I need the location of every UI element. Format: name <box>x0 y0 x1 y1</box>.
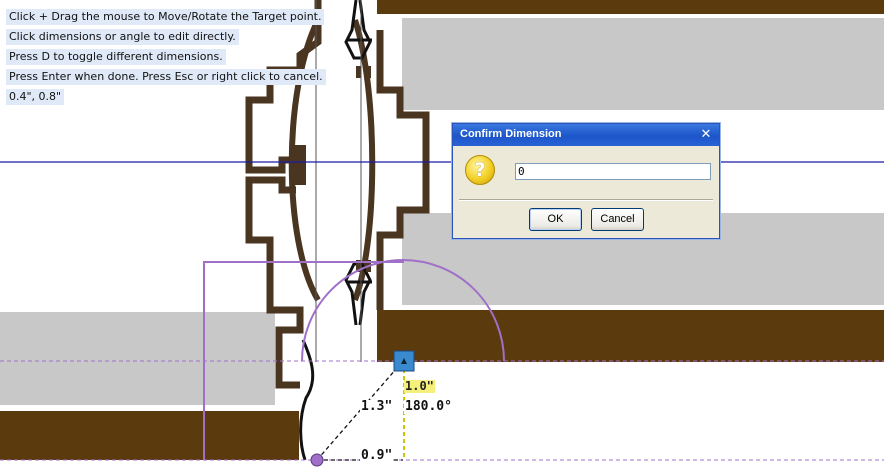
dimension-diagonal-label[interactable]: 1.3" <box>360 400 394 414</box>
gray-panel-top-right <box>402 18 884 110</box>
dimension-horizontal-label[interactable]: 0.9" <box>360 449 394 463</box>
dimension-input[interactable]: 0 <box>515 163 711 180</box>
origin-point[interactable] <box>310 453 324 467</box>
dialog-title: Confirm Dimension <box>460 128 562 140</box>
wood-board-left <box>0 411 299 460</box>
dimension-angle-label[interactable]: 180.0° <box>404 400 453 414</box>
wood-board-top <box>377 0 884 14</box>
dialog-separator <box>459 199 713 201</box>
dialog-title-bar[interactable]: Confirm Dimension ✕ <box>453 124 719 146</box>
dimension-vertical-label[interactable]: 1.0" <box>404 380 435 393</box>
cancel-button[interactable]: Cancel <box>591 208 644 231</box>
gray-panel-left <box>0 312 275 405</box>
hint-line-4: Press Enter when done. Press Esc or righ… <box>6 69 326 85</box>
question-icon: ? <box>465 155 495 185</box>
ok-button[interactable]: OK <box>529 208 582 231</box>
hinge-small-tabs <box>290 66 371 272</box>
close-icon[interactable]: ✕ <box>698 127 714 142</box>
hint-line-3: Press D to toggle different dimensions. <box>6 49 226 65</box>
hint-coordinates: 0.4", 0.8" <box>6 89 65 105</box>
hint-line-1: Click + Drag the mouse to Move/Rotate th… <box>6 9 325 25</box>
wood-board-right <box>377 310 884 362</box>
hint-line-2: Click dimensions or angle to edit direct… <box>6 29 239 45</box>
confirm-dimension-dialog: Confirm Dimension ✕ ? 0 OK Cancel <box>452 123 720 239</box>
